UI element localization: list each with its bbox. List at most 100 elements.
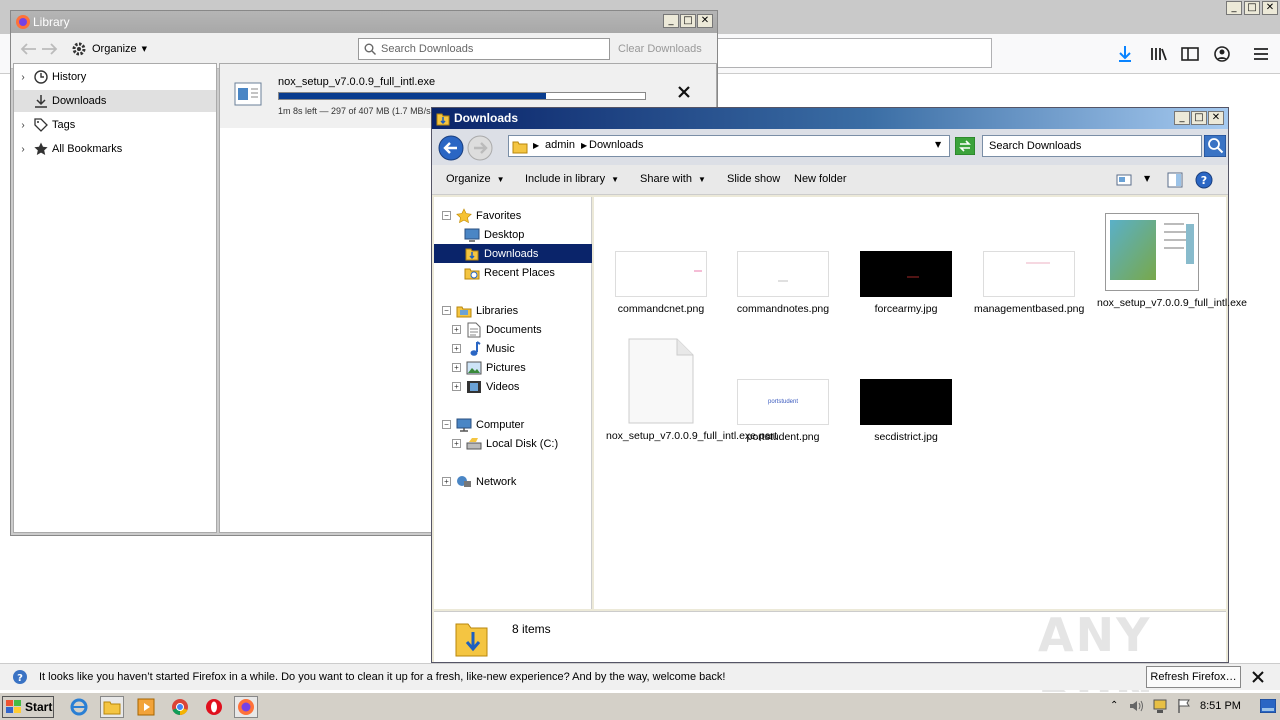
maximize-button[interactable]: □ (680, 14, 696, 28)
back-button-icon[interactable] (438, 135, 464, 161)
firefox-window-controls: _ □ ✕ (1226, 1, 1280, 17)
nav-network[interactable]: + Network (434, 472, 592, 491)
tray-expand-icon[interactable]: ⌃ (1110, 700, 1118, 711)
preview-pane-icon[interactable] (1167, 172, 1183, 188)
file-item[interactable]: managementbased.png (974, 251, 1084, 316)
expand-icon[interactable]: + (452, 363, 461, 372)
nav-videos[interactable]: + Videos (434, 377, 592, 396)
breadcrumb-admin[interactable]: admin (545, 139, 575, 151)
clear-downloads-button[interactable]: Clear Downloads (618, 43, 702, 55)
slide-show-button[interactable]: Slide show (727, 173, 780, 185)
network-tray-icon[interactable] (1152, 698, 1168, 714)
expand-arrow-icon[interactable]: › (14, 144, 32, 155)
volume-icon[interactable] (1128, 698, 1144, 714)
view-options-icon[interactable] (1116, 173, 1132, 187)
sidebar-icon[interactable] (1179, 43, 1201, 65)
search-icon (364, 43, 376, 55)
refresh-icon[interactable] (955, 137, 975, 155)
address-path-field[interactable]: ▶ admin ▶ Downloads ▼ (508, 135, 950, 157)
chevron-right-icon[interactable]: ▶ (581, 141, 587, 150)
sidebar-item-downloads[interactable]: Downloads (14, 90, 216, 112)
chevron-down-icon[interactable]: ▼ (1144, 174, 1150, 183)
minimize-button[interactable]: _ (1174, 111, 1190, 125)
expand-icon[interactable]: + (452, 439, 461, 448)
forward-arrow-icon[interactable] (41, 42, 59, 56)
expand-arrow-icon[interactable]: › (14, 72, 32, 83)
refresh-firefox-button[interactable]: Refresh Firefox… (1146, 666, 1241, 688)
nav-computer[interactable]: − Computer (434, 415, 592, 434)
sidebar-label: History (52, 71, 87, 83)
chevron-down-icon[interactable]: ▼ (935, 140, 941, 149)
internet-explorer-icon[interactable] (67, 696, 91, 718)
expand-arrow-icon[interactable]: › (14, 120, 32, 131)
share-with-button[interactable]: Share with ▼ (640, 173, 706, 185)
chrome-icon[interactable] (168, 696, 192, 718)
nav-documents[interactable]: + Documents (434, 320, 592, 339)
breadcrumb-downloads[interactable]: Downloads (589, 139, 643, 151)
help-icon[interactable]: ? (1195, 171, 1213, 189)
file-item[interactable]: commandcnet.png (606, 251, 716, 316)
organize-menu[interactable]: Organize ▼ (71, 41, 147, 57)
explorer-taskbar-icon[interactable] (100, 696, 124, 718)
file-item[interactable]: secdistrict.jpg (851, 379, 961, 444)
sidebar-item-tags[interactable]: › Tags (14, 114, 216, 136)
file-item[interactable]: portstudent portstudent.png (728, 379, 838, 444)
maximize-button[interactable]: □ (1244, 1, 1260, 15)
collapse-icon[interactable]: − (442, 211, 451, 220)
explorer-title: Downloads (454, 111, 519, 125)
close-icon[interactable] (1252, 671, 1264, 683)
back-arrow-icon[interactable] (19, 42, 37, 56)
nav-recent-places[interactable]: Recent Places (434, 263, 592, 282)
media-player-icon[interactable] (134, 696, 158, 718)
include-in-library-button[interactable]: Include in library ▼ (525, 173, 619, 185)
library-icon[interactable] (1148, 43, 1170, 65)
expand-icon[interactable]: + (452, 344, 461, 353)
menu-icon[interactable] (1250, 43, 1272, 65)
nav-favorites[interactable]: − Favorites (434, 206, 592, 225)
file-item[interactable]: nox_setup_v7.0.0.9_full_intl.exe.part (606, 338, 777, 443)
sidebar-item-all-bookmarks[interactable]: › All Bookmarks (14, 138, 216, 160)
chevron-right-icon[interactable]: ▶ (533, 141, 539, 150)
file-item[interactable]: nox_setup_v7.0.0.9_full_intl.exe (1097, 213, 1247, 310)
nav-downloads[interactable]: Downloads (434, 244, 592, 263)
pictures-icon (466, 360, 482, 376)
explorer-search-input[interactable]: Search Downloads (982, 135, 1202, 157)
download-arrow-icon[interactable] (1114, 43, 1136, 65)
expand-icon[interactable]: + (452, 382, 461, 391)
search-placeholder: Search Downloads (989, 140, 1082, 152)
opera-icon[interactable] (202, 696, 226, 718)
file-item[interactable]: forcearmy.jpg (851, 251, 961, 316)
nav-libraries[interactable]: − Libraries (434, 301, 592, 320)
sidebar-item-history[interactable]: › History (14, 66, 216, 88)
minimize-button[interactable]: _ (663, 14, 679, 28)
firefox-url-bar[interactable] (716, 38, 992, 68)
organize-button[interactable]: Organize ▼ (446, 173, 505, 185)
forward-button-icon[interactable] (467, 135, 493, 161)
firefox-taskbar-icon[interactable] (234, 696, 258, 718)
collapse-icon[interactable]: − (442, 306, 451, 315)
expand-icon[interactable]: + (452, 325, 461, 334)
nav-local-disk[interactable]: + Local Disk (C:) (434, 434, 592, 453)
maximize-button[interactable]: □ (1191, 111, 1207, 125)
nav-music[interactable]: + Music (434, 339, 592, 358)
close-button[interactable]: ✕ (1262, 1, 1278, 15)
file-item[interactable]: commandnotes.png (728, 251, 838, 316)
library-search-input[interactable]: Search Downloads (358, 38, 610, 60)
show-desktop-icon[interactable] (1260, 699, 1276, 713)
svg-text:?: ? (1201, 174, 1207, 187)
start-button[interactable]: Start (2, 696, 54, 718)
nav-pictures[interactable]: + Pictures (434, 358, 592, 377)
minimize-button[interactable]: _ (1226, 1, 1242, 15)
flag-icon[interactable] (1176, 698, 1192, 714)
new-folder-button[interactable]: New folder (794, 173, 847, 185)
close-button[interactable]: ✕ (697, 14, 713, 28)
image-thumbnail (615, 251, 707, 297)
search-icon[interactable] (1204, 135, 1226, 157)
close-button[interactable]: ✕ (1208, 111, 1224, 125)
expand-icon[interactable]: + (442, 477, 451, 486)
firefox-logo-icon (15, 14, 31, 30)
account-icon[interactable] (1211, 43, 1233, 65)
collapse-icon[interactable]: − (442, 420, 451, 429)
nav-desktop[interactable]: Desktop (434, 225, 592, 244)
cancel-download-icon[interactable] (678, 86, 690, 98)
